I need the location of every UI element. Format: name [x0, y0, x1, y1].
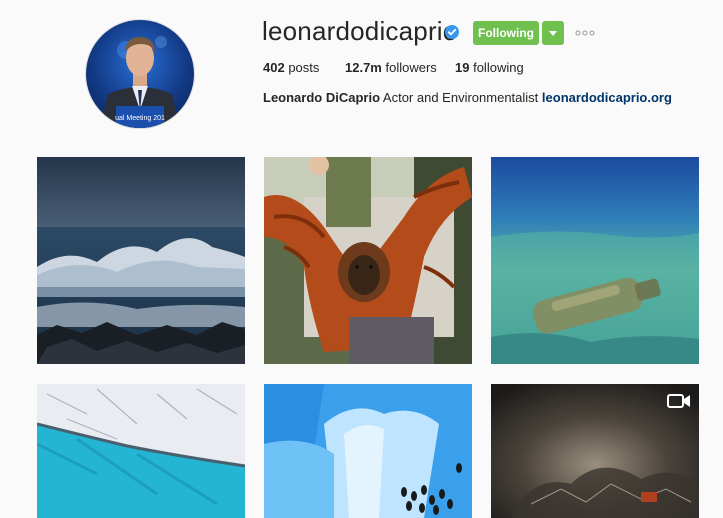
avatar-caption: ual Meeting 201	[115, 115, 165, 122]
profile-username: leonardodicaprio	[262, 16, 458, 46]
post-thumbnail[interactable]	[491, 157, 699, 364]
followers-stat[interactable]: 12.7m followers	[345, 60, 437, 75]
profile-avatar[interactable]: ual Meeting 201	[86, 20, 194, 128]
chevron-down-icon	[549, 31, 557, 36]
post-thumbnail[interactable]	[264, 157, 472, 364]
bio-link[interactable]: leonardodicaprio.org	[542, 90, 672, 105]
full-name: Leonardo DiCaprio	[263, 90, 381, 105]
bio-description: Actor and Environmentalist	[382, 90, 539, 105]
posts-stat: 402 posts	[263, 60, 319, 75]
more-options-icon[interactable]	[575, 27, 595, 39]
posts-label: posts	[288, 60, 320, 75]
follow-dropdown-button[interactable]	[542, 21, 564, 45]
following-label: following	[473, 60, 524, 75]
post-thumbnail[interactable]	[37, 384, 245, 518]
following-count: 19	[455, 60, 470, 75]
post-thumbnail[interactable]	[491, 384, 699, 518]
followers-count: 12.7m	[345, 60, 382, 75]
profile-bio: Leonardo DiCaprio Actor and Environmenta…	[263, 90, 672, 105]
post-thumbnail[interactable]	[37, 157, 245, 364]
following-button[interactable]: Following	[473, 21, 539, 45]
post-thumbnail[interactable]	[264, 384, 472, 518]
posts-count: 402	[263, 60, 285, 75]
verified-badge-icon	[445, 25, 459, 39]
video-camera-icon	[667, 394, 690, 408]
following-stat[interactable]: 19 following	[455, 60, 524, 75]
followers-label: followers	[385, 60, 437, 75]
